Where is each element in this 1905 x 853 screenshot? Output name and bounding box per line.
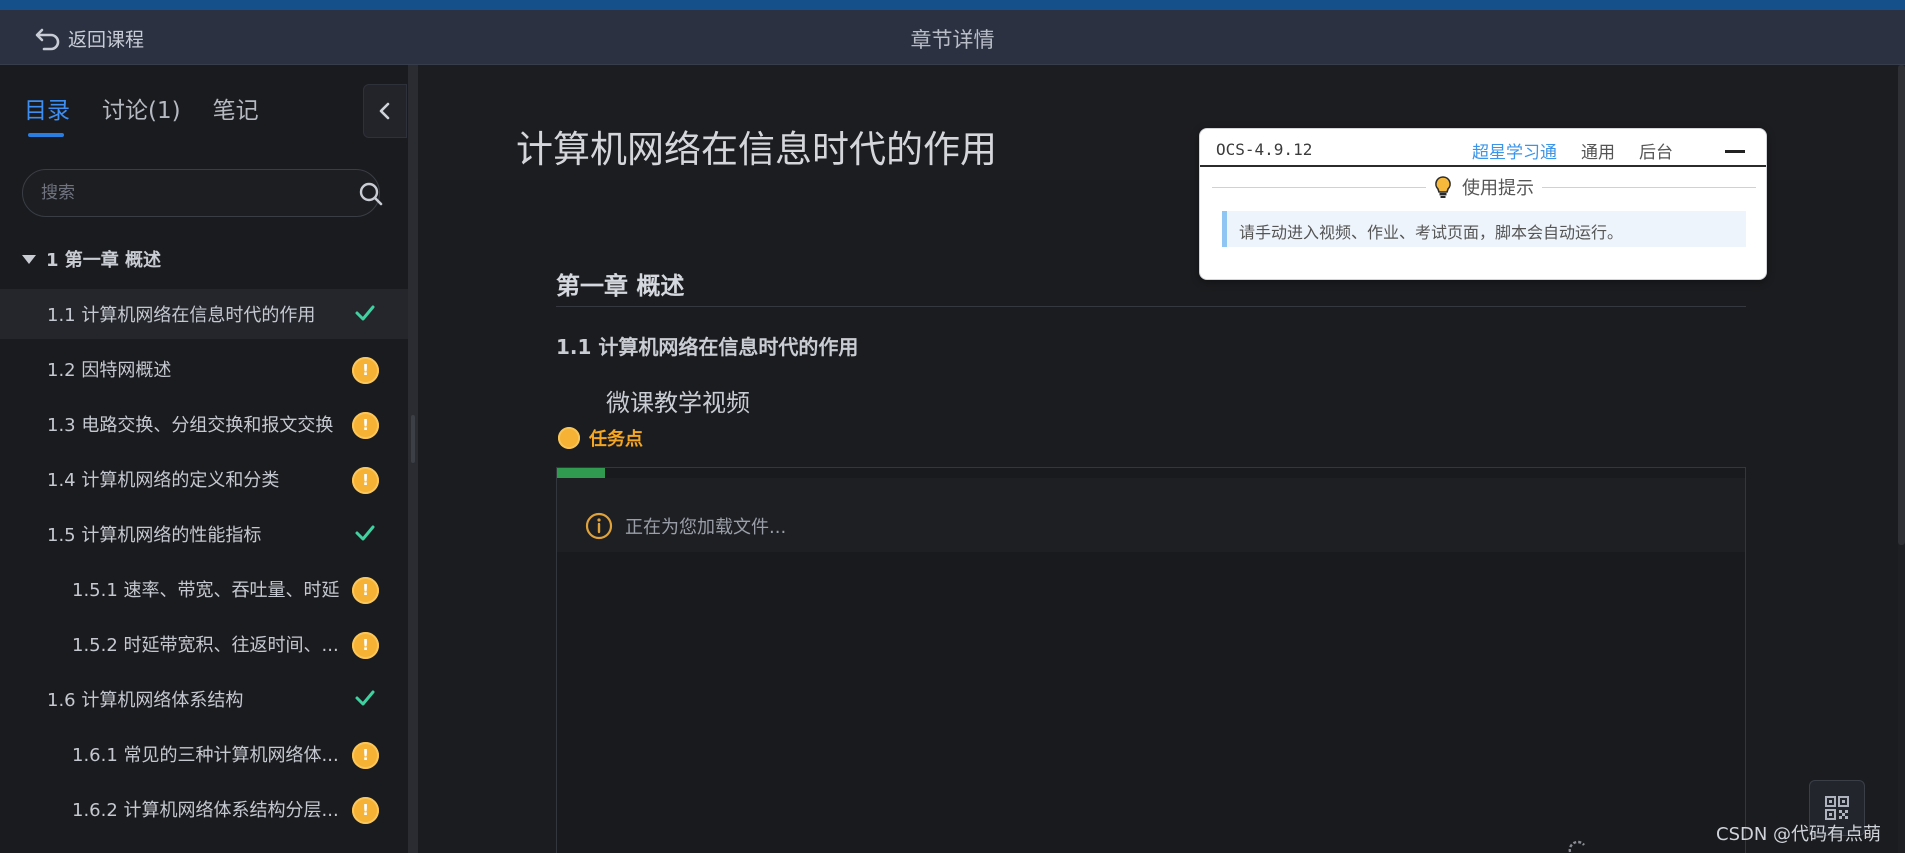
toc-item[interactable]: 1.6.1 常见的三种计算机网络体...! xyxy=(0,729,408,779)
caret-down-icon xyxy=(22,254,36,264)
top-bar: 返回课程 章节详情 xyxy=(0,10,1905,65)
completed-check-icon xyxy=(355,525,375,541)
chevron-left-icon xyxy=(379,102,390,120)
pending-task-icon: ! xyxy=(352,412,379,439)
loading-message: 正在为您加载文件... xyxy=(585,512,786,540)
completed-check-icon xyxy=(355,690,375,706)
ocs-version: OCS-4.9.12 xyxy=(1216,140,1313,159)
toc-item[interactable]: 1.5.1 速率、带宽、吞吐量、时延! xyxy=(0,564,408,614)
hint-title-text: 使用提示 xyxy=(1462,178,1534,199)
toc-item-label: 1.5.1 速率、带宽、吞吐量、时延 xyxy=(72,580,340,601)
toc-item-label: 1.5.2 时延带宽积、往返时间、... xyxy=(72,635,339,656)
toc-item-label: 1.6.2 计算机网络体系结构分层... xyxy=(72,800,339,821)
ocs-tab-backend[interactable]: 后台 xyxy=(1639,138,1673,163)
pending-task-icon: ! xyxy=(352,632,379,659)
sidebar: 目录 讨论(1) 笔记 1 第一章 概述 1.1 计算机网络在信息时代的作用 1.… xyxy=(0,65,408,853)
qr-code-icon xyxy=(1825,796,1849,820)
toc-item-label: 1.4 计算机网络的定义和分类 xyxy=(47,470,280,491)
subsection-heading: 1.1 计算机网络在信息时代的作用 xyxy=(556,335,859,359)
toc-item-label: 1.3 电路交换、分组交换和报文交换 xyxy=(47,415,334,436)
ocs-panel-header: OCS-4.9.12 超星学习通 通用 后台 xyxy=(1200,129,1766,167)
splitter-handle[interactable] xyxy=(411,415,415,463)
collapse-sidebar-button[interactable] xyxy=(363,84,407,138)
toc-item[interactable]: 1.5.2 时延带宽积、往返时间、...! xyxy=(0,619,408,669)
pending-task-icon: ! xyxy=(352,357,379,384)
lightbulb-icon xyxy=(1435,176,1451,198)
pending-task-icon: ! xyxy=(352,577,379,604)
hint-title-group: 使用提示 xyxy=(1426,174,1540,200)
toc-item[interactable]: 1.5 计算机网络的性能指标 xyxy=(0,509,408,559)
minimize-icon[interactable] xyxy=(1725,150,1745,153)
task-point-label: 任务点 xyxy=(589,429,643,450)
catalog-search-input[interactable] xyxy=(41,180,321,206)
csdn-watermark: CSDN @代码有点萌 xyxy=(1716,824,1882,845)
catalog-search-box xyxy=(22,169,383,217)
pending-task-icon: ! xyxy=(352,742,379,769)
hint-divider-left xyxy=(1212,187,1432,188)
loading-banner: 正在为您加载文件... xyxy=(557,478,1745,552)
pending-task-icon: ! xyxy=(352,797,379,824)
hint-divider-right xyxy=(1542,187,1756,188)
toc-item[interactable]: 1.3 电路交换、分组交换和报文交换! xyxy=(0,399,408,449)
task-point-dot-icon xyxy=(558,427,580,449)
toc-item-label: 1.5 计算机网络的性能指标 xyxy=(47,525,262,546)
task-point-badge: 任务点 xyxy=(558,425,643,451)
toc-item-label: 1.2 因特网概述 xyxy=(47,360,172,381)
toc-item-label: 1.1 计算机网络在信息时代的作用 xyxy=(47,305,316,326)
ocs-tab-chaoxing[interactable]: 超星学习通 xyxy=(1472,138,1557,163)
loading-progress-bar xyxy=(557,468,605,478)
page-scrollbar-thumb[interactable] xyxy=(1898,65,1905,545)
ocs-hint-title: 使用提示 xyxy=(1212,174,1756,200)
section-heading: 第一章 概述 xyxy=(556,272,685,300)
toc-item-label: 1.6.1 常见的三种计算机网络体... xyxy=(72,745,339,766)
pending-task-icon: ! xyxy=(352,467,379,494)
content-title: 计算机网络在信息时代的作用 xyxy=(516,128,997,171)
search-icon[interactable] xyxy=(358,181,384,207)
sidebar-tabs: 目录 讨论(1) 笔记 xyxy=(24,91,259,141)
chapter-title: 1 第一章 概述 xyxy=(46,250,162,271)
video-player[interactable]: 正在为您加载文件... xyxy=(556,467,1746,853)
ocs-nav: 超星学习通 通用 后台 xyxy=(1472,138,1673,163)
page-title: 章节详情 xyxy=(910,28,995,52)
tab-catalog[interactable]: 目录 xyxy=(24,91,70,141)
chapter-toggle[interactable]: 1 第一章 概述 xyxy=(0,237,408,281)
toc-item[interactable]: 1.2 因特网概述! xyxy=(0,344,408,394)
tab-discussion[interactable]: 讨论(1) xyxy=(102,91,181,141)
loading-spinner-icon xyxy=(1568,840,1585,853)
completed-check-icon xyxy=(355,305,375,321)
ocs-tab-general[interactable]: 通用 xyxy=(1581,138,1615,163)
toc-item-label: 1.6 计算机网络体系结构 xyxy=(47,690,244,711)
toc-item[interactable]: 1.6.2 计算机网络体系结构分层...! xyxy=(0,784,408,834)
ocs-hint-note: 请手动进入视频、作业、考试页面，脚本会自动运行。 xyxy=(1222,211,1746,247)
section-divider xyxy=(556,306,1746,307)
ocs-panel: OCS-4.9.12 超星学习通 通用 后台 使用提示 请手动进入视频、作业、考… xyxy=(1199,128,1767,280)
loading-text: 正在为您加载文件... xyxy=(625,517,787,538)
toc-item[interactable]: 1.6 计算机网络体系结构 xyxy=(0,674,408,724)
info-icon xyxy=(585,512,613,540)
video-heading: 微课教学视频 xyxy=(606,389,750,417)
toc-item[interactable]: 1.1 计算机网络在信息时代的作用 xyxy=(0,289,408,339)
tab-notes[interactable]: 笔记 xyxy=(213,91,259,141)
toc-item[interactable]: 1.4 计算机网络的定义和分类! xyxy=(0,454,408,504)
top-accent-strip xyxy=(0,0,1905,10)
